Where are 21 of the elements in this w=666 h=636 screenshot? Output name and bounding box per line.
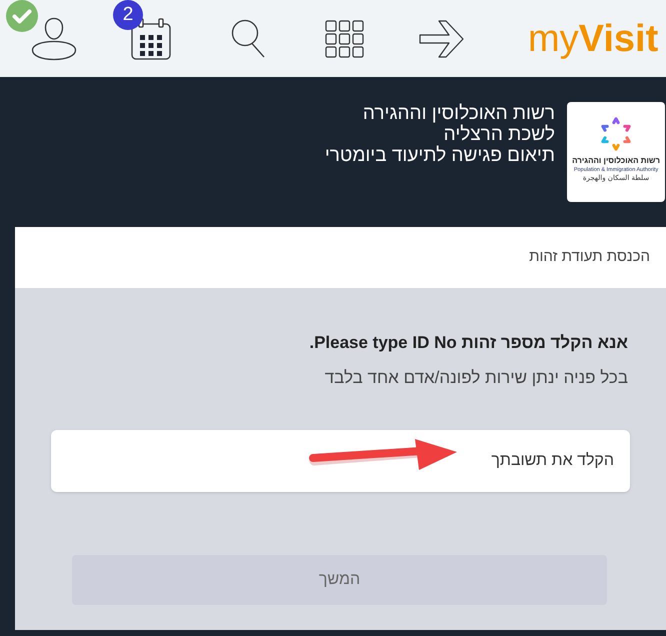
- note-text: בכל פניה ינתן שירות לפונה/אדם אחד בלבד: [324, 367, 628, 389]
- search-button[interactable]: [230, 19, 264, 58]
- app-logo: myVisit: [528, 16, 658, 60]
- apps-button[interactable]: [325, 20, 364, 58]
- header-text: רשות האוכלוסין וההגירה: [362, 103, 555, 124]
- calendar-button[interactable]: [130, 18, 170, 60]
- search-icon: [230, 19, 264, 58]
- forward-button[interactable]: [419, 20, 464, 58]
- profile-button[interactable]: [30, 16, 76, 60]
- answer-input[interactable]: הקלד את תשובתך: [51, 430, 630, 492]
- arrow-right-icon: [419, 20, 464, 58]
- question-text: אנא הקלד מספר זהות Please type ID No.: [309, 332, 628, 354]
- calendar-icon: [130, 18, 170, 60]
- grid-icon: [325, 20, 364, 58]
- step-title: הכנסת תעודת זהות: [529, 247, 650, 268]
- logo-text: רשות האוכלוסין וההגירה: [572, 156, 660, 166]
- header-text: תיאום פגישה לתיעוד ביומטרי: [324, 145, 555, 166]
- star-emblem-icon: [599, 117, 633, 151]
- notification-badge: 2: [113, 0, 143, 30]
- header-text: לשכת הרצליה: [442, 124, 555, 145]
- user-icon: [30, 16, 76, 60]
